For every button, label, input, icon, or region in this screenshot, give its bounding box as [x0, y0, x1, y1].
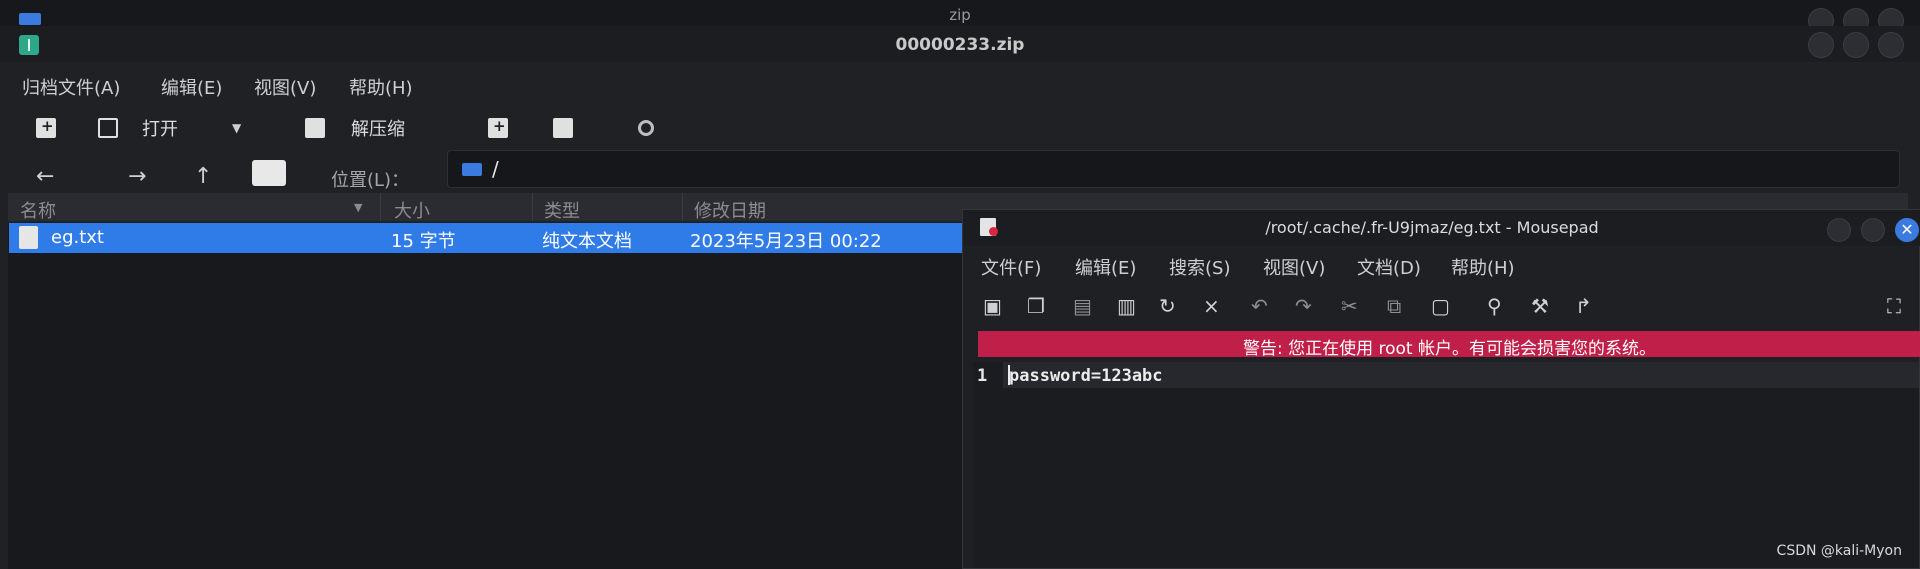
file-content[interactable]: password=123abc: [1009, 366, 1163, 386]
text-file-icon: [19, 226, 38, 249]
file-size: 15 字节: [391, 231, 456, 252]
new-archive-button[interactable]: [36, 114, 56, 142]
toolbar: 打开 ▼ 解压缩: [0, 106, 1920, 150]
column-type[interactable]: 类型: [544, 197, 580, 223]
copy-icon[interactable]: ⧉: [1387, 294, 1401, 318]
up-arrow-icon[interactable]: ↑: [194, 164, 212, 189]
go-to-line-icon[interactable]: ↱: [1575, 294, 1592, 318]
column-divider: [532, 193, 533, 221]
add-file-icon: [488, 117, 508, 138]
extract-button[interactable]: 解压缩: [305, 114, 405, 142]
minimize-button[interactable]: [1808, 32, 1834, 58]
undo-icon[interactable]: ↶: [1251, 294, 1268, 318]
file-name: eg.txt: [51, 227, 104, 248]
open-label: 打开: [142, 119, 178, 140]
back-arrow-icon[interactable]: ←: [36, 164, 54, 189]
sort-indicator-icon: ▼: [354, 201, 363, 214]
open-icon: [98, 118, 118, 138]
column-modified[interactable]: 修改日期: [694, 197, 766, 223]
home-folder-icon[interactable]: [252, 160, 286, 186]
open-file-icon[interactable]: ❐: [1027, 294, 1045, 318]
close-button[interactable]: ✕: [1895, 218, 1919, 242]
menu-edit[interactable]: 编辑(E): [161, 74, 222, 100]
background-window-title: zip: [949, 6, 971, 24]
window-title: 00000233.zip: [895, 35, 1025, 55]
table-row[interactable]: eg.txt 15 字节 纯文本文档 2023年5月23日 00:22: [9, 223, 967, 253]
add-folder-button[interactable]: [553, 114, 573, 142]
chevron-down-icon: ▼: [232, 121, 242, 135]
root-warning-text: 警告: 您正在使用 root 帐户。有可能会损害您的系统。: [1242, 339, 1657, 359]
extract-icon: [305, 118, 325, 138]
new-document-icon: [36, 117, 56, 138]
location-label: 位置(L)：: [331, 170, 410, 191]
save-icon[interactable]: ▤: [1073, 294, 1092, 318]
add-folder-icon: [553, 118, 573, 138]
line-number: 1: [977, 366, 988, 386]
menu-search[interactable]: 搜索(S): [1169, 254, 1230, 280]
save-as-icon[interactable]: ▥: [1117, 294, 1136, 318]
menu-view[interactable]: 视图(V): [254, 74, 316, 100]
stop-icon: [638, 120, 654, 136]
mousepad-window: /root/.cache/.fr-U9jmaz/eg.txt - Mousepa…: [962, 209, 1920, 569]
column-divider: [682, 193, 683, 221]
find-replace-icon[interactable]: ⚒: [1531, 294, 1549, 318]
background-window-titlebar: zip: [0, 0, 1920, 34]
redo-icon[interactable]: ↷: [1295, 294, 1312, 318]
stop-button[interactable]: [638, 114, 654, 142]
fullscreen-icon[interactable]: ⛶: [1887, 294, 1901, 318]
cut-icon[interactable]: ✂: [1341, 294, 1358, 318]
add-files-button[interactable]: [488, 114, 508, 142]
forward-arrow-icon[interactable]: →: [128, 164, 146, 189]
minimize-button[interactable]: [1827, 218, 1851, 242]
menu-edit[interactable]: 编辑(E): [1075, 254, 1136, 280]
column-divider: [380, 193, 381, 221]
column-name[interactable]: 名称: [20, 197, 56, 223]
close-button[interactable]: [1878, 32, 1904, 58]
titlebar: 00000233.zip: [0, 26, 1920, 62]
menu-archive[interactable]: 归档文件(A): [22, 74, 120, 100]
location-field[interactable]: /: [447, 150, 1900, 188]
text-editor[interactable]: 1 password=123abc: [973, 362, 1919, 568]
location-path: /: [492, 157, 499, 181]
file-type: 纯文本文档: [542, 231, 632, 252]
close-tab-icon[interactable]: ×: [1203, 294, 1220, 318]
file-modified: 2023年5月23日 00:22: [690, 231, 882, 252]
menu-view[interactable]: 视图(V): [1263, 254, 1325, 280]
extract-label: 解压缩: [351, 119, 405, 140]
menu-document[interactable]: 文档(D): [1357, 254, 1421, 280]
menu-file[interactable]: 文件(F): [981, 254, 1041, 280]
new-document-icon[interactable]: ▣: [983, 294, 1002, 318]
menu-help[interactable]: 帮助(H): [1451, 254, 1515, 280]
folder-icon: [462, 163, 482, 176]
mousepad-title: /root/.cache/.fr-U9jmaz/eg.txt - Mousepa…: [1265, 218, 1599, 237]
menu-help[interactable]: 帮助(H): [349, 74, 413, 100]
search-icon[interactable]: ⚲: [1487, 294, 1502, 318]
maximize-button[interactable]: [1861, 218, 1885, 242]
maximize-button[interactable]: [1843, 32, 1869, 58]
root-warning-banner: 警告: 您正在使用 root 帐户。有可能会损害您的系统。: [978, 331, 1920, 359]
reload-icon[interactable]: ↻: [1159, 294, 1176, 318]
watermark: CSDN @kali-Myon: [1776, 543, 1902, 559]
column-size[interactable]: 大小: [394, 197, 430, 223]
mousepad-titlebar: /root/.cache/.fr-U9jmaz/eg.txt - Mousepa…: [963, 210, 1920, 246]
open-dropdown[interactable]: ▼: [232, 114, 241, 142]
open-button[interactable]: 打开: [98, 114, 178, 142]
paste-icon[interactable]: ▢: [1431, 294, 1450, 318]
